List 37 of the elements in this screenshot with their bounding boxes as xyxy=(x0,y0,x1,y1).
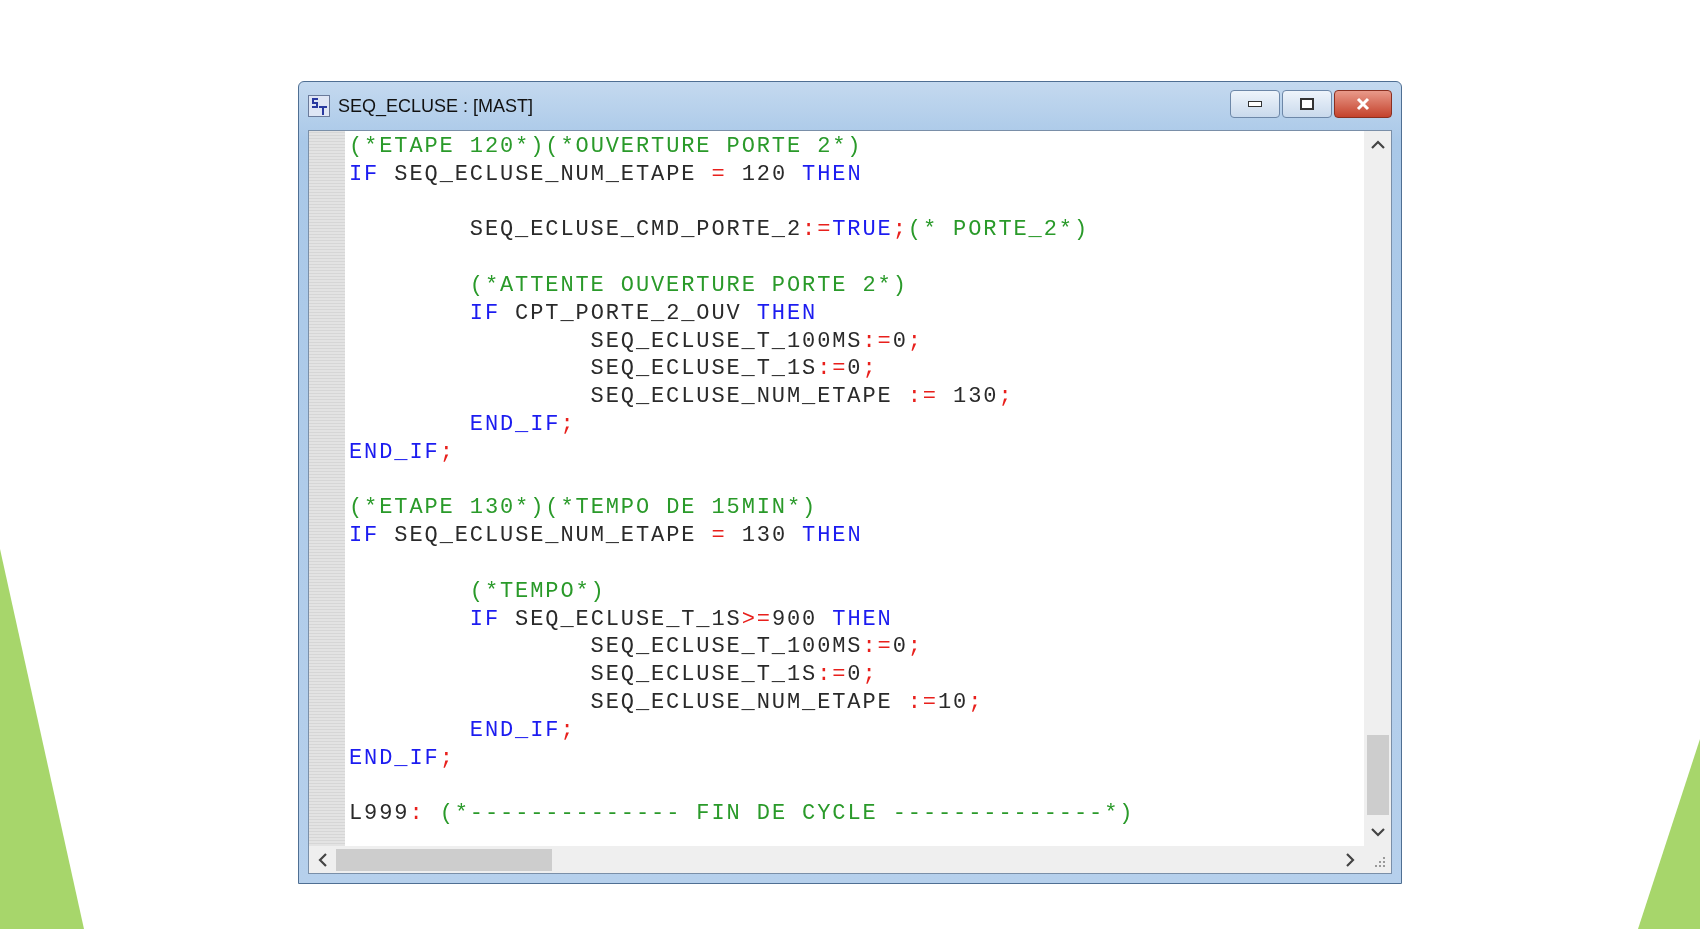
scroll-down-icon[interactable] xyxy=(1370,828,1385,837)
resize-grip-icon[interactable] xyxy=(1374,856,1386,868)
maximize-button[interactable] xyxy=(1282,90,1332,118)
scrollbar-thumb[interactable] xyxy=(1366,735,1389,815)
code-line: (*TEMPO*) xyxy=(469,577,606,606)
code-line: (*ATTENTE OUVERTURE PORTE 2*) xyxy=(469,272,908,300)
code-line: L999: (*-------------- FIN DE CYCLE --------------*) xyxy=(349,800,1135,828)
code-line: END_IF; xyxy=(349,744,455,773)
code-line: IF SEQ_ECLUSE_T_1S>=900 THEN xyxy=(469,605,893,634)
code-line: SEQ_ECLUSE_T_100MS:=0; xyxy=(590,633,923,662)
code-line: IF CPT_PORTE_2_OUV THEN xyxy=(469,299,818,328)
code-line: SEQ_ECLUSE_NUM_ETAPE := 130; xyxy=(590,383,1014,411)
scrollbar-thumb[interactable] xyxy=(336,848,552,871)
code-line: SEQ_ECLUSE_CMD_PORTE_2:=TRUE;(* PORTE_2*) xyxy=(469,216,1090,245)
window-title: SEQ_ECLUSE : [MAST] xyxy=(338,95,535,117)
code-line: END_IF; xyxy=(349,438,455,467)
code-line: END_IF; xyxy=(469,410,576,439)
vertical-scrollbar[interactable] xyxy=(1364,131,1391,846)
app-icon xyxy=(308,95,330,117)
close-button[interactable] xyxy=(1334,90,1392,118)
code-line: IF SEQ_ECLUSE_NUM_ETAPE = 120 THEN xyxy=(349,160,863,189)
close-icon xyxy=(1355,97,1371,111)
minimize-icon xyxy=(1248,101,1262,107)
scroll-up-icon[interactable] xyxy=(1370,140,1385,149)
code-line: (*ETAPE 120*)(*OUVERTURE PORTE 2*) xyxy=(349,133,863,161)
code-line: END_IF; xyxy=(469,716,576,745)
code-line: (*ETAPE 130*)(*TEMPO DE 15MIN*) xyxy=(349,494,818,523)
code-line: SEQ_ECLUSE_NUM_ETAPE :=10; xyxy=(590,688,984,717)
scroll-left-icon[interactable] xyxy=(318,852,327,867)
horizontal-scrollbar[interactable] xyxy=(309,846,1391,873)
code-line: SEQ_ECLUSE_T_1S:=0; xyxy=(590,355,878,384)
code-line: SEQ_ECLUSE_T_1S:=0; xyxy=(590,661,878,689)
minimize-button[interactable] xyxy=(1230,90,1280,118)
code-line: IF SEQ_ECLUSE_NUM_ETAPE = 130 THEN xyxy=(349,522,863,550)
maximize-icon xyxy=(1300,98,1314,110)
scroll-right-icon[interactable] xyxy=(1346,852,1355,867)
code-line: SEQ_ECLUSE_T_100MS:=0; xyxy=(590,327,923,356)
